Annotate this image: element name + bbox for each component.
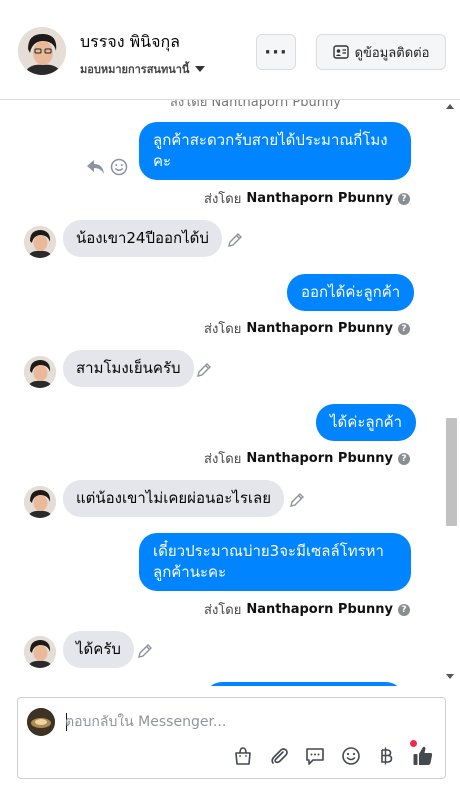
thumbs-up-icon[interactable]	[411, 744, 435, 768]
sent-by-agent-name: Nanthaporn Pbunny	[246, 191, 393, 206]
paperclip-icon[interactable]	[267, 744, 291, 768]
avatar-image	[24, 636, 56, 668]
pencil-icon[interactable]	[226, 231, 244, 249]
sent-by-prefix: ส่งโดย	[204, 452, 242, 467]
sent-by-label: ส่งโดย Nanthaporn Pbunny ?	[204, 599, 410, 620]
sent-by-agent-name: Nanthaporn Pbunny	[246, 321, 393, 336]
scroll-up-arrow-icon[interactable]	[446, 104, 454, 109]
assign-label: มอบหมายการสนทนานี้	[80, 63, 190, 76]
incoming-message[interactable]: น้องเขา24ปีออกได้บ่	[63, 220, 222, 257]
sent-by-prefix: ส่งโดย	[204, 192, 242, 207]
page-logo-image	[27, 708, 55, 736]
contact-avatar-small	[24, 356, 56, 388]
clipped-sent-by: ส่งโดย Nanthaporn Pbunny	[170, 100, 341, 110]
message-text-line: ลูกค้าสะดวกรับสายได้ประมาณกี่โมง	[153, 131, 388, 149]
message-text-line: ลูกค้านะคะ	[153, 563, 227, 581]
avatar-image	[18, 27, 66, 75]
contact-avatar-small	[24, 486, 56, 518]
emoji-icon[interactable]	[110, 158, 128, 176]
incoming-message[interactable]: สามโมงเย็นครับ	[63, 350, 194, 387]
sent-by-label: ส่งโดย Nanthaporn Pbunny ?	[204, 318, 410, 339]
view-contact-info-label: ดูข้อมูลติดต่อ	[354, 45, 430, 61]
scrollbar-thumb[interactable]	[446, 418, 457, 526]
avatar-image	[24, 486, 56, 518]
shopping-bag-icon[interactable]	[231, 744, 255, 768]
avatar-image	[24, 356, 56, 388]
incoming-message[interactable]: แต่น้องเขาไม่เคยผ่อนอะไรเลย	[63, 480, 285, 517]
pencil-icon[interactable]	[288, 491, 306, 509]
conversation-header: บรรจง พินิจกุล มอบหมายการสนทนานี้ ··· ดู…	[0, 0, 460, 100]
more-options-label: ···	[264, 41, 288, 63]
message-text-line: เดี๋ยวประมาณบ่าย3จะมีเซลล์โทรหา	[153, 542, 384, 560]
pencil-icon[interactable]	[136, 642, 154, 660]
reply-icon[interactable]	[86, 158, 106, 176]
avatar-image	[24, 226, 56, 258]
outgoing-message[interactable]: ได้ค่ะลูกค้า	[316, 404, 417, 441]
outgoing-message-clipped	[204, 682, 404, 686]
reply-input[interactable]	[65, 711, 425, 733]
view-contact-info-button[interactable]: ดูข้อมูลติดต่อ	[316, 34, 446, 70]
message-thread: ส่งโดย Nanthaporn Pbunny ลูกค้าสะดวกรับส…	[0, 100, 460, 686]
sent-by-agent-name: Nanthaporn Pbunny	[246, 451, 393, 466]
caret-down-icon	[195, 66, 206, 72]
sent-by-label: ส่งโดย Nanthaporn Pbunny ?	[204, 188, 410, 209]
sent-by-label: ส่งโดย Nanthaporn Pbunny ?	[204, 448, 410, 469]
info-icon[interactable]: ?	[398, 603, 410, 616]
message-text-line: คะ	[153, 152, 172, 170]
info-icon[interactable]: ?	[398, 192, 410, 205]
incoming-message[interactable]: ได้ครับ	[63, 631, 134, 668]
sent-by-agent-name: Nanthaporn Pbunny	[246, 602, 393, 617]
message-composer	[17, 697, 446, 779]
contact-name[interactable]: บรรจง พินิจกุล	[80, 30, 180, 55]
contact-card-icon	[332, 45, 349, 59]
contact-avatar-small	[24, 636, 56, 668]
sent-by-prefix: ส่งโดย	[204, 603, 242, 618]
assign-conversation-dropdown[interactable]: มอบหมายการสนทนานี้	[80, 60, 206, 78]
emoji-icon[interactable]	[339, 744, 363, 768]
scroll-down-arrow-icon[interactable]	[446, 674, 454, 679]
baht-icon[interactable]	[375, 744, 399, 768]
more-options-button[interactable]: ···	[256, 34, 296, 70]
contact-avatar[interactable]	[18, 27, 66, 75]
pencil-icon[interactable]	[195, 361, 213, 379]
outgoing-message[interactable]: ออกได้ค่ะลูกค้า	[287, 274, 415, 311]
outgoing-message[interactable]: เดี๋ยวประมาณบ่าย3จะมีเซลล์โทรหา ลูกค้านะ…	[139, 533, 411, 591]
sent-by-prefix: ส่งโดย	[204, 322, 242, 337]
saved-reply-icon[interactable]	[303, 744, 327, 768]
info-icon[interactable]: ?	[398, 322, 410, 335]
info-icon[interactable]: ?	[398, 452, 410, 465]
page-avatar	[27, 708, 55, 736]
outgoing-message[interactable]: ลูกค้าสะดวกรับสายได้ประมาณกี่โมง คะ	[139, 122, 411, 180]
contact-avatar-small	[24, 226, 56, 258]
